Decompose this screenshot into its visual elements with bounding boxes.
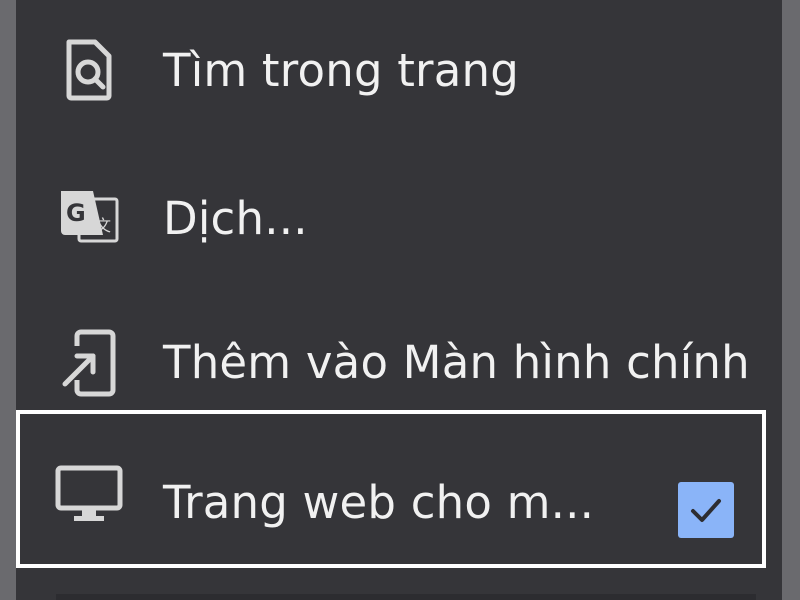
menu-item-label: Dịch... <box>163 192 308 245</box>
next-menu-item-partial <box>56 594 756 600</box>
menu-item-label: Thêm vào Màn hình chính <box>163 336 750 389</box>
screenshot-frame: Tìm trong trang G 文 Dịch... Thêm vào Màn… <box>0 0 800 600</box>
svg-text:文: 文 <box>95 216 111 235</box>
menu-item-label: Tìm trong trang <box>163 44 520 97</box>
overflow-menu: Tìm trong trang G 文 Dịch... Thêm vào Màn… <box>16 0 782 600</box>
menu-item-translate[interactable]: G 文 Dịch... <box>16 146 782 292</box>
svg-text:G: G <box>66 199 86 227</box>
menu-item-label: Trang web cho m... <box>163 476 595 529</box>
checkmark-icon <box>691 499 721 522</box>
find-in-page-icon <box>54 35 124 105</box>
add-to-home-screen-icon <box>54 328 124 398</box>
desktop-site-checkbox[interactable] <box>678 482 734 538</box>
background-edge-left <box>0 0 16 600</box>
desktop-icon <box>54 459 124 529</box>
menu-item-desktop-site[interactable]: Trang web cho m... <box>16 414 782 568</box>
background-edge-right <box>782 0 800 600</box>
translate-icon: G 文 <box>54 182 124 252</box>
menu-item-find-in-page[interactable]: Tìm trong trang <box>16 0 782 146</box>
